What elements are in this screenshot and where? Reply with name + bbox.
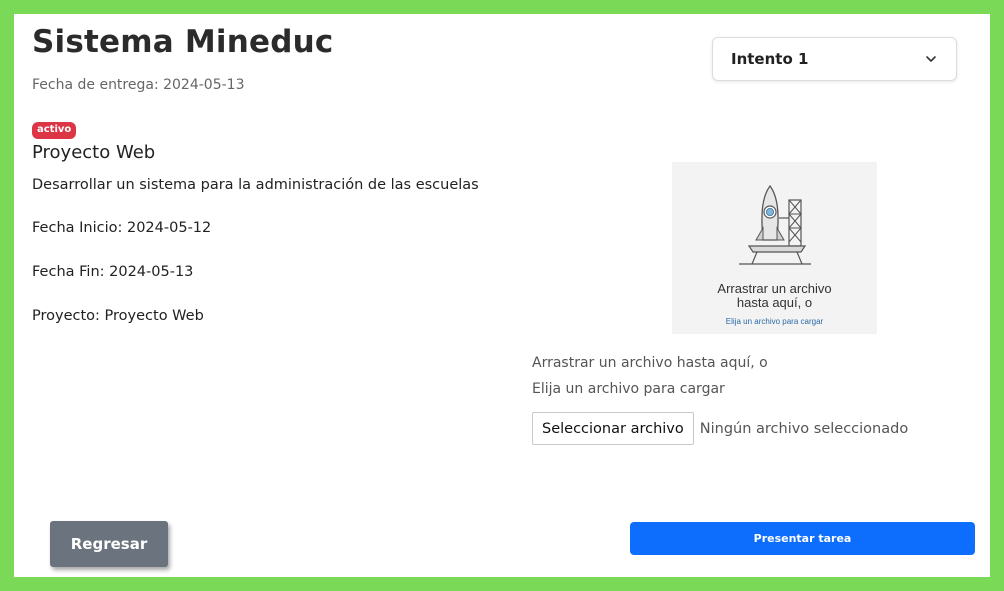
dropzone-text-line2: hasta aquí, o <box>736 295 813 310</box>
task-description: Desarrollar un sistema para la administr… <box>32 177 479 193</box>
choose-file-button[interactable]: Seleccionar archivo <box>532 412 694 445</box>
file-dropzone[interactable]: Arrastrar un archivo hasta aquí, o Elija… <box>672 162 877 334</box>
file-input: Seleccionar archivo Ningún archivo selec… <box>532 412 908 445</box>
page-title: Sistema Mineduc <box>32 24 334 60</box>
task-end-date: Fecha Fin: 2024-05-13 <box>32 264 194 280</box>
submit-task-button[interactable]: Presentar tarea <box>630 522 975 555</box>
dropzone-text-line1: Arrastrar un archivo <box>717 281 832 296</box>
page-container: Sistema Mineduc Fecha de entrega: 2024-0… <box>14 14 990 577</box>
due-date: Fecha de entrega: 2024-05-13 <box>32 77 245 93</box>
upload-hint-drag: Arrastrar un archivo hasta aquí, o <box>532 355 768 371</box>
dropzone-choose-link[interactable]: Elija un archivo para cargar <box>726 317 823 326</box>
status-badge: activo <box>32 122 77 139</box>
task-project: Proyecto: Proyecto Web <box>32 308 204 324</box>
attempt-select-value: Intento 1 <box>731 50 809 68</box>
file-status: Ningún archivo seleccionado <box>699 420 909 437</box>
task-start-date: Fecha Inicio: 2024-05-12 <box>32 220 212 236</box>
attempt-select[interactable]: Intento 1 <box>712 37 957 81</box>
rocket-launch-icon <box>738 184 811 265</box>
upload-hint-choose: Elija un archivo para cargar <box>532 381 725 397</box>
task-name: Proyecto Web <box>32 142 156 163</box>
back-button[interactable]: Regresar <box>50 521 168 567</box>
chevron-down-icon <box>926 56 936 62</box>
